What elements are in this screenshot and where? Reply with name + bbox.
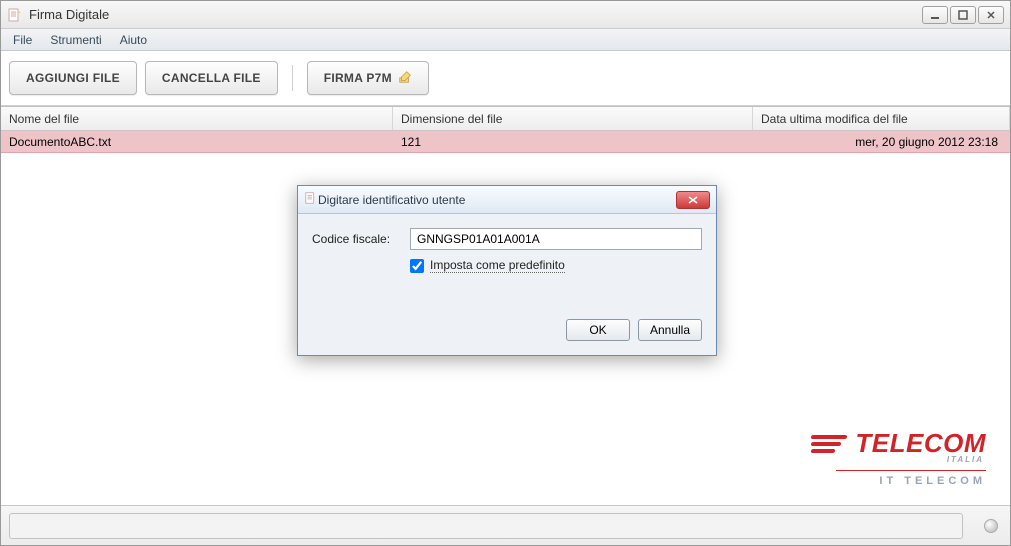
sign-icon: [398, 70, 412, 87]
cancel-button[interactable]: Annulla: [638, 319, 702, 341]
default-checkbox-label: Imposta come predefinito: [430, 258, 565, 273]
brand-logo: TELECOM ITALIA IT TELECOM: [811, 428, 986, 487]
minimize-button[interactable]: [922, 6, 948, 24]
sign-p7m-label: FIRMA P7M: [324, 71, 392, 85]
status-indicator-icon: [984, 519, 998, 533]
status-text-box: [9, 513, 963, 539]
sign-p7m-button[interactable]: FIRMA P7M: [307, 61, 429, 95]
logo-subtext-2: IT TELECOM: [811, 475, 986, 487]
input-dialog: Digitare identificativo utente Codice fi…: [297, 185, 717, 356]
col-header-name[interactable]: Nome del file: [1, 107, 393, 130]
table-row[interactable]: DocumentoABC.txt 121 mer, 20 giugno 2012…: [1, 131, 1010, 153]
add-file-label: AGGIUNGI FILE: [26, 71, 120, 85]
cell-size: 121: [393, 131, 753, 152]
codice-fiscale-input[interactable]: [410, 228, 702, 250]
app-icon: [7, 7, 23, 23]
menu-strumenti[interactable]: Strumenti: [42, 31, 109, 49]
dialog-close-button[interactable]: [676, 191, 710, 209]
menu-file[interactable]: File: [5, 31, 40, 49]
ok-button[interactable]: OK: [566, 319, 630, 341]
dialog-body: Codice fiscale: Imposta come predefinito: [298, 214, 716, 283]
window-titlebar: Firma Digitale: [1, 1, 1010, 29]
menubar: File Strumenti Aiuto: [1, 29, 1010, 51]
statusbar: [1, 505, 1010, 545]
cell-date: mer, 20 giugno 2012 23:18: [753, 131, 1010, 152]
maximize-button[interactable]: [950, 6, 976, 24]
dialog-icon: [304, 191, 318, 208]
col-header-size[interactable]: Dimensione del file: [393, 107, 753, 130]
logo-waves-icon: [811, 435, 847, 453]
file-table: Nome del file Dimensione del file Data u…: [1, 106, 1010, 153]
default-checkbox[interactable]: [410, 259, 424, 273]
toolbar: AGGIUNGI FILE CANCELLA FILE FIRMA P7M: [1, 51, 1010, 106]
toolbar-separator: [292, 65, 293, 91]
table-header: Nome del file Dimensione del file Data u…: [1, 107, 1010, 131]
add-file-button[interactable]: AGGIUNGI FILE: [9, 61, 137, 95]
menu-aiuto[interactable]: Aiuto: [112, 31, 155, 49]
window-controls: [922, 6, 1004, 24]
close-button[interactable]: [978, 6, 1004, 24]
dialog-title: Digitare identificativo utente: [318, 193, 676, 207]
window-title: Firma Digitale: [29, 7, 922, 22]
logo-divider: [836, 470, 986, 471]
codice-fiscale-label: Codice fiscale:: [312, 232, 402, 246]
col-header-date[interactable]: Data ultima modifica del file: [753, 107, 1010, 130]
cell-name: DocumentoABC.txt: [1, 131, 393, 152]
delete-file-button[interactable]: CANCELLA FILE: [145, 61, 278, 95]
dialog-buttons: OK Annulla: [298, 313, 716, 355]
delete-file-label: CANCELLA FILE: [162, 71, 261, 85]
dialog-titlebar: Digitare identificativo utente: [298, 186, 716, 214]
